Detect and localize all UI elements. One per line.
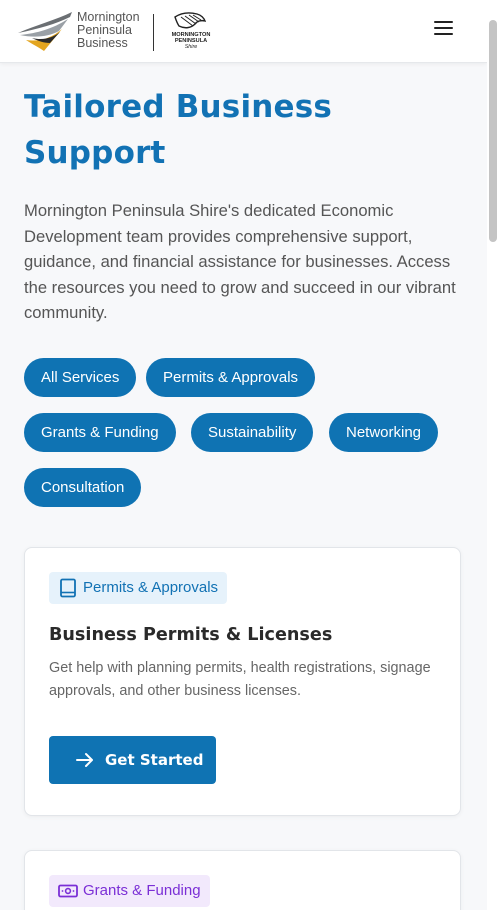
category-badge: Grants & Funding (49, 875, 210, 907)
page-title: Tailored Business Support (24, 84, 464, 176)
card-title: Business Permits & Licenses (49, 625, 333, 645)
category-badge-label: Permits & Approvals (83, 579, 219, 596)
menu-bar (434, 33, 453, 35)
filter-all-services[interactable]: All Services (24, 358, 137, 397)
filter-consultation[interactable]: Consultation (24, 468, 142, 507)
page-title-line-1: Tailored Business (24, 89, 333, 125)
get-started-label: Get Started (105, 751, 204, 769)
brand-wordmark[interactable]: Mornington Peninsula Business (77, 11, 140, 50)
shire-line-3: Shire (184, 44, 198, 50)
site-header: Mornington Peninsula Business MORNINGTON… (0, 0, 487, 63)
get-started-button[interactable]: Get Started (49, 736, 216, 784)
service-card-grants: Grants & Funding (24, 850, 461, 910)
arrow-right-icon (76, 753, 93, 767)
service-card-permits: Permits & Approvals Business Permits & L… (24, 547, 461, 816)
category-badge: Permits & Approvals (49, 572, 228, 604)
mornington-business-logo-icon[interactable] (16, 11, 74, 53)
brand-line-3: Business (77, 36, 128, 50)
category-badge-label: Grants & Funding (83, 882, 201, 899)
filter-grants-funding[interactable]: Grants & Funding (24, 413, 176, 452)
hamburger-menu-icon[interactable] (432, 19, 456, 39)
shire-logo[interactable]: MORNINGTON PENINSULA Shire (163, 11, 219, 53)
page-title-line-2: Support (24, 135, 166, 171)
book-icon (60, 578, 76, 598)
filter-permits-approvals[interactable]: Permits & Approvals (146, 358, 316, 397)
menu-bar (434, 21, 453, 23)
shire-wordmark: MORNINGTON PENINSULA Shire (163, 32, 219, 50)
shire-bird-icon (174, 12, 207, 29)
logo-divider (153, 14, 154, 51)
money-icon (58, 884, 78, 898)
filter-networking[interactable]: Networking (329, 413, 439, 452)
intro-paragraph: Mornington Peninsula Shire's dedicated E… (24, 201, 456, 323)
scrollbar-thumb[interactable] (489, 20, 497, 242)
menu-bar (434, 27, 453, 29)
card-description: Get help with planning permits, health r… (49, 660, 431, 699)
filter-sustainability[interactable]: Sustainability (191, 413, 314, 452)
